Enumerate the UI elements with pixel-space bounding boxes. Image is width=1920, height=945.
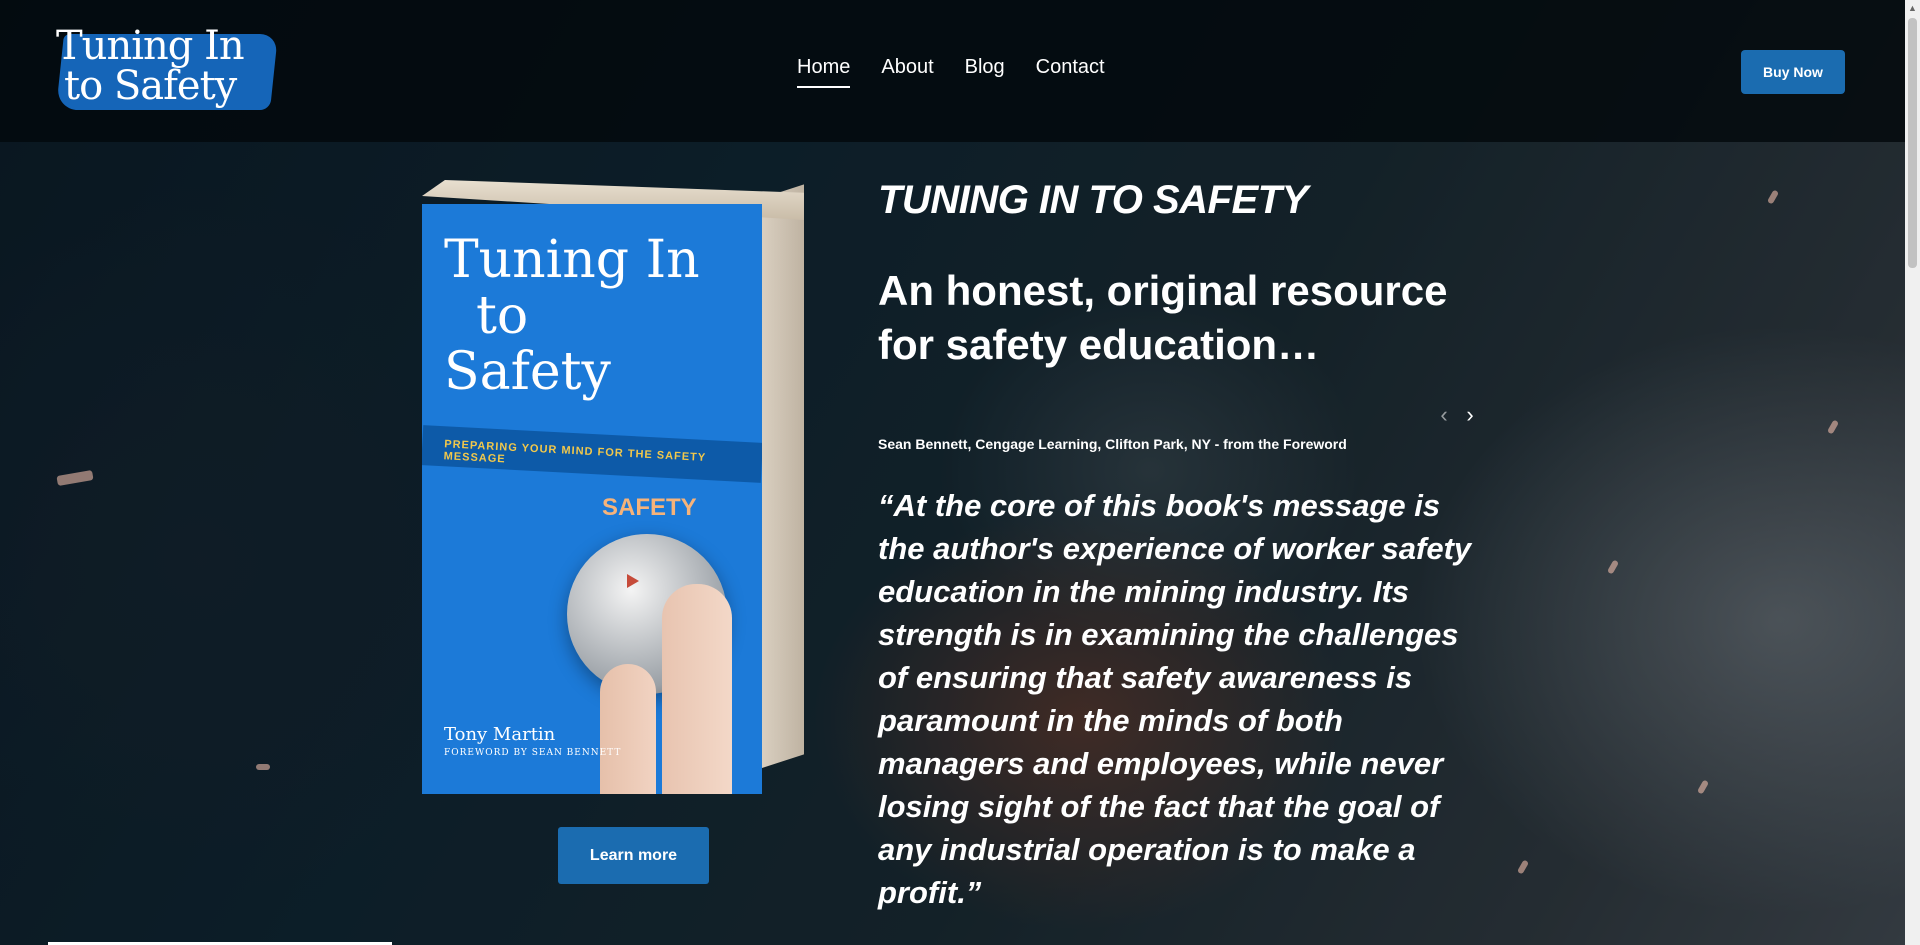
learn-more-button[interactable]: Learn more — [558, 827, 709, 884]
book-cover: Tuning In to Safety PREPARING YOUR MIND … — [422, 204, 762, 794]
scrollbar-thumb[interactable] — [1908, 18, 1917, 268]
book-pages-edge — [762, 184, 804, 768]
logo-text: Tuning In to Safety — [56, 23, 245, 109]
site-header: Tuning In to Safety Home About Blog Cont… — [0, 0, 1905, 142]
site-logo[interactable]: Tuning In to Safety — [56, 23, 278, 116]
cover-dial-label: SAFETY — [602, 494, 697, 521]
nav-home[interactable]: Home — [797, 56, 851, 88]
spark-decoration — [256, 764, 270, 770]
cover-subtitle: PREPARING YOUR MIND FOR THE SAFETY MESSA… — [422, 425, 762, 483]
cover-title-line-3: Safety — [444, 342, 611, 402]
spark-decoration — [1516, 859, 1530, 875]
chevron-left-icon[interactable]: ‹ — [1434, 403, 1454, 427]
spark-decoration — [56, 469, 94, 487]
cover-title: Tuning In to Safety — [444, 232, 700, 400]
nav-blog[interactable]: Blog — [965, 56, 1005, 88]
chevron-right-icon[interactable]: › — [1460, 403, 1480, 427]
nav-contact[interactable]: Contact — [1036, 56, 1105, 88]
cover-author: Tony Martin — [444, 724, 556, 745]
quote-attribution: Sean Bennett, Cengage Learning, Clifton … — [878, 436, 1347, 452]
finger-illustration — [662, 584, 732, 794]
buy-now-button[interactable]: Buy Now — [1741, 50, 1845, 94]
main-nav: Home About Blog Contact — [797, 56, 1105, 88]
logo-line-2: to Safety — [64, 63, 237, 109]
book-image: Tuning In to Safety PREPARING YOUR MIND … — [422, 180, 804, 794]
thumb-illustration — [600, 664, 656, 794]
cover-foreword: FOREWORD BY SEAN BENNETT — [444, 748, 622, 758]
spark-decoration — [1606, 559, 1620, 575]
spark-decoration — [1696, 779, 1710, 795]
cover-title-line-2: to — [476, 286, 529, 346]
spark-decoration — [1826, 419, 1840, 435]
scroll-up-icon[interactable]: ▲ — [1905, 0, 1920, 16]
cover-title-line-1: Tuning In — [444, 230, 700, 290]
logo-line-1: Tuning In — [56, 23, 245, 69]
page-scrollbar[interactable]: ▲ — [1905, 0, 1920, 945]
hero-eyebrow: TUNING IN TO SAFETY — [878, 178, 1308, 222]
hero-background: Tuning In to Safety Home About Blog Cont… — [0, 0, 1905, 945]
spark-decoration — [1766, 189, 1780, 205]
nav-about[interactable]: About — [881, 56, 933, 88]
testimonial-quote: “At the core of this book's message is t… — [878, 488, 1472, 910]
hero-headline: An honest, original resource for safety … — [878, 267, 1448, 368]
